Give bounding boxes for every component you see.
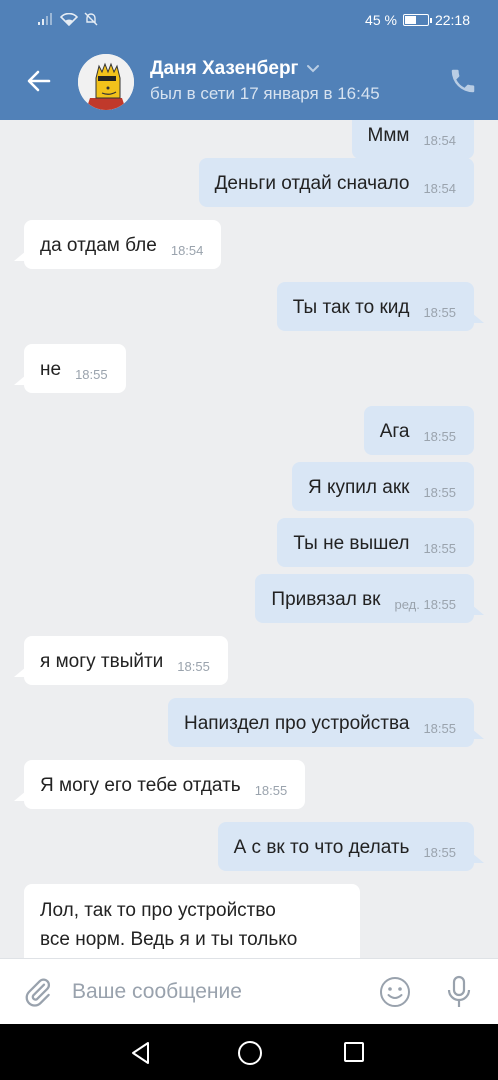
microphone-icon bbox=[447, 975, 471, 1007]
battery-fill bbox=[404, 16, 416, 24]
chevron-down-icon bbox=[306, 64, 320, 74]
attach-button[interactable] bbox=[22, 976, 54, 1008]
system-navigation-bar bbox=[0, 1024, 498, 1080]
message-outgoing[interactable]: Ага 18:55 bbox=[363, 406, 474, 455]
message-outgoing[interactable]: Ты не вышел 18:55 bbox=[277, 518, 474, 567]
battery-icon bbox=[402, 14, 432, 26]
message-time: 18:55 bbox=[423, 305, 456, 320]
battery-percent: 45 % bbox=[365, 12, 397, 28]
message-time: 18:54 bbox=[423, 181, 456, 196]
message-incoming[interactable]: Я могу его тебе отдать 18:55 bbox=[13, 760, 306, 809]
paperclip-icon bbox=[25, 978, 51, 1007]
avatar[interactable] bbox=[78, 54, 134, 110]
message-time: ред. 18:55 bbox=[394, 597, 456, 612]
message-text: Ммм bbox=[367, 125, 410, 146]
message-time: 18:55 bbox=[423, 485, 456, 500]
message-outgoing[interactable]: Деньги отдай сначало 18:54 bbox=[198, 158, 474, 207]
status-bar: 45 % 22:18 bbox=[0, 0, 498, 42]
contact-last-seen: был в сети 17 января в 16:45 bbox=[150, 84, 380, 103]
message-time: 18:55 bbox=[423, 429, 456, 444]
triangle-back-icon bbox=[132, 1042, 149, 1064]
back-button[interactable] bbox=[24, 66, 54, 96]
contact-name-text: Даня Хазенберг bbox=[150, 58, 299, 79]
message-text: Напиздел про устройства bbox=[183, 713, 410, 734]
message-outgoing[interactable]: Я купил акк 18:55 bbox=[291, 462, 474, 511]
message-time: 18:54 bbox=[170, 243, 204, 258]
message-outgoing[interactable]: Напиздел про устройства 18:55 bbox=[167, 698, 485, 747]
nav-back-button[interactable] bbox=[128, 1040, 154, 1066]
nav-recents-button[interactable] bbox=[342, 1040, 366, 1064]
circle-home-icon bbox=[238, 1041, 262, 1065]
signal-icon bbox=[38, 13, 54, 25]
chat-header: Даня Хазенберг был в сети 17 января в 16… bbox=[0, 42, 498, 120]
message-text: не bbox=[40, 359, 62, 380]
status-icons-left bbox=[38, 12, 98, 26]
arrow-left-icon bbox=[27, 70, 51, 92]
message-text: Я купил акк bbox=[307, 477, 410, 498]
contact-name[interactable]: Даня Хазенберг bbox=[150, 58, 320, 80]
nav-home-button[interactable] bbox=[236, 1039, 264, 1067]
message-text: Ага bbox=[379, 421, 410, 442]
message-time: 18:54 bbox=[423, 133, 456, 148]
emoji-button[interactable] bbox=[378, 975, 412, 1009]
message-outgoing[interactable]: А с вк то что делать 18:55 bbox=[217, 822, 485, 871]
message-time: 18:55 bbox=[75, 367, 108, 382]
message-text: Я могу его тебе отдать bbox=[40, 775, 241, 796]
smile-icon bbox=[380, 977, 410, 1007]
message-text: Ты так то кид bbox=[292, 297, 410, 318]
message-incoming[interactable]: Лол, так то про устройство все норм. Вед… bbox=[24, 884, 360, 958]
voice-message-button[interactable] bbox=[444, 975, 474, 1009]
cartoon-avatar-icon bbox=[78, 54, 134, 110]
chat-messages[interactable]: Ммм 18:54 Деньги отдай сначало 18:54 да … bbox=[0, 120, 498, 958]
message-time: 18:55 bbox=[423, 721, 456, 736]
clock: 22:18 bbox=[434, 12, 470, 28]
message-text: я могу твыйти bbox=[40, 651, 164, 672]
message-text: А с вк то что делать bbox=[233, 837, 410, 858]
phone-icon bbox=[451, 69, 475, 93]
message-composer bbox=[0, 958, 498, 1024]
message-outgoing[interactable]: Привязал вк ред. 18:55 bbox=[255, 574, 484, 623]
mute-bell-icon bbox=[84, 12, 98, 26]
message-outgoing[interactable]: Ты так то кид 18:55 bbox=[276, 282, 485, 331]
square-recents-icon bbox=[344, 1042, 364, 1062]
message-text-line: Лол, так то про устройство bbox=[40, 900, 276, 921]
message-incoming[interactable]: не 18:55 bbox=[14, 344, 126, 393]
message-time: 18:55 bbox=[177, 659, 210, 674]
message-text: Привязал вк bbox=[271, 589, 381, 610]
message-text-line: все норм. Ведь я и ты только bbox=[40, 929, 298, 950]
message-time: 18:55 bbox=[254, 783, 288, 798]
message-text: Деньги отдай сначало bbox=[214, 173, 410, 194]
message-time: 18:55 bbox=[423, 541, 456, 556]
message-input[interactable] bbox=[72, 973, 372, 1011]
message-text: Ты не вышел bbox=[293, 533, 410, 554]
message-time: 18:55 bbox=[423, 845, 456, 860]
message-incoming[interactable]: я могу твыйти 18:55 bbox=[14, 636, 228, 685]
call-button[interactable] bbox=[448, 66, 478, 96]
wifi-icon bbox=[60, 12, 78, 26]
status-icons-right: 45 % 22:18 bbox=[365, 12, 470, 28]
message-text: да отдам бле bbox=[40, 235, 157, 256]
message-incoming[interactable]: да отдам бле 18:54 bbox=[13, 220, 222, 269]
message-outgoing[interactable]: Ммм 18:54 bbox=[351, 120, 474, 159]
